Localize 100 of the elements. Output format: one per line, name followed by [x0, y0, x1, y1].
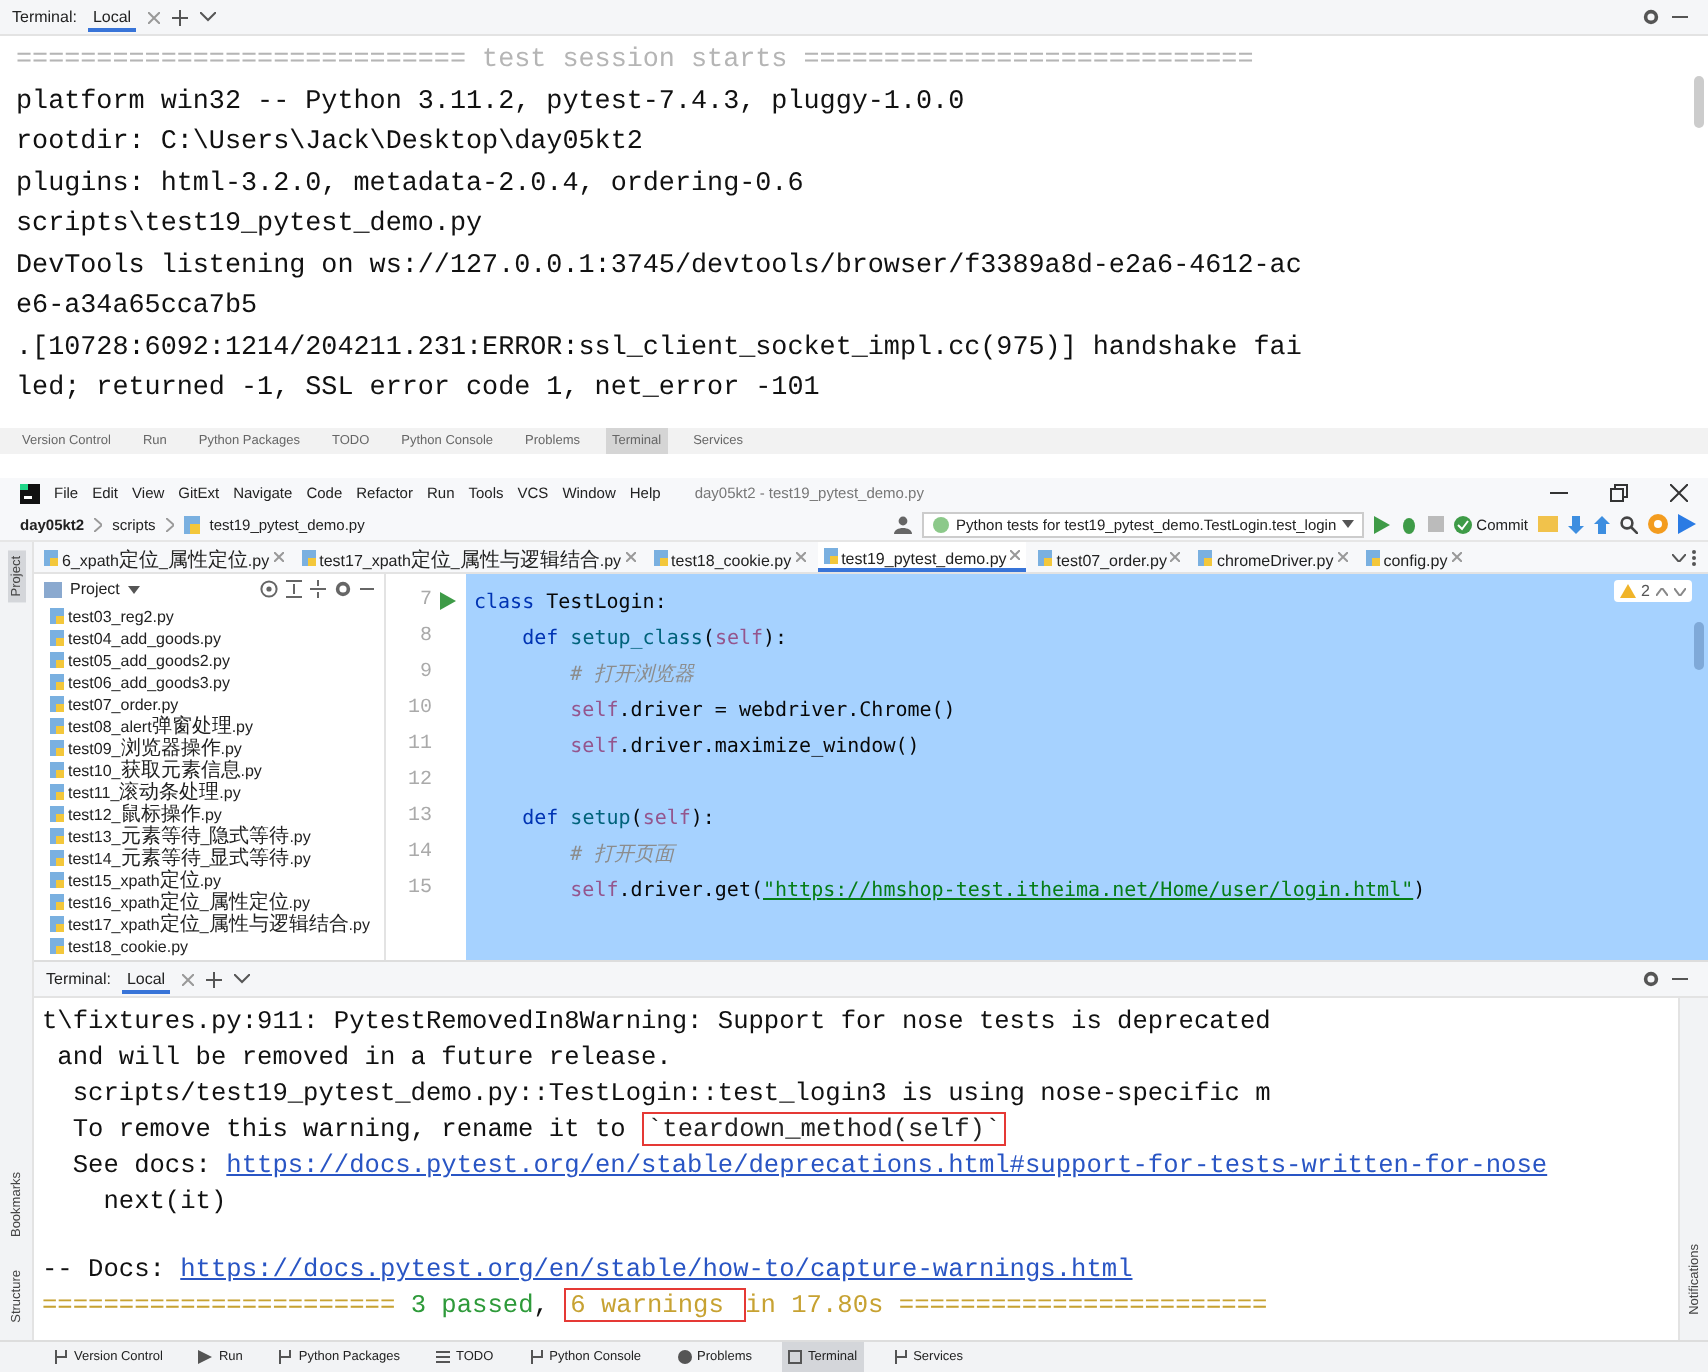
- terminal-line: ============================ test session starts ============================: [16, 44, 1256, 80]
- list-icon: [435, 1350, 450, 1364]
- line-number: 9: [419, 661, 432, 683]
- arrow-up-icon[interactable]: [1594, 515, 1610, 533]
- scrollbar[interactable]: [1694, 76, 1704, 128]
- chevron-right-icon: [94, 517, 103, 531]
- close-icon[interactable]: [1670, 484, 1688, 502]
- editor-tab[interactable]: 6_xpath定位_属性定位.py: [38, 542, 290, 572]
- python-file-icon: [50, 673, 64, 689]
- minimize-icon[interactable]: [1672, 15, 1688, 19]
- warning-count: 6 warnings: [564, 1288, 746, 1322]
- warning-icon: [1619, 584, 1636, 598]
- project-file[interactable]: test15_xpath定位.py: [34, 868, 384, 890]
- branch-icon: [54, 1350, 68, 1364]
- collapse-icon[interactable]: [286, 580, 302, 598]
- terminal-line: To remove this warning, rename it to `teardown_method(self)`: [42, 1112, 1678, 1148]
- user-icon[interactable]: [894, 515, 913, 533]
- settings-icon[interactable]: [334, 580, 352, 598]
- terminal-line: next(it): [101, 1184, 229, 1220]
- project-file[interactable]: test16_xpath定位_属性定位.py: [34, 890, 384, 912]
- stop-icon[interactable]: [1428, 516, 1445, 532]
- project-file[interactable]: test17_xpath定位_属性与逻辑结合.py: [34, 912, 384, 934]
- scrollbar[interactable]: [1694, 622, 1704, 670]
- app-icon: [20, 483, 40, 503]
- python-file-icon: [50, 739, 64, 755]
- python-file-icon: [50, 629, 64, 645]
- editor-tab[interactable]: test19_pytest_demo.py: [817, 542, 1027, 572]
- chevron-down-icon[interactable]: [1674, 587, 1686, 595]
- python-file-icon: [1038, 549, 1053, 565]
- chevron-down-icon[interactable]: [199, 12, 216, 22]
- chevron-down-icon[interactable]: [1672, 553, 1686, 561]
- code-line: self.driver = webdriver.Chrome(): [568, 700, 956, 722]
- terminal-line: plugins: html-3.2.0, metadata-2.0.4, ordering-0.6: [16, 167, 806, 203]
- plus-icon[interactable]: [171, 9, 188, 25]
- terminal-link[interactable]: https://docs.pytest.org/en/stable/deprecations.html#support-for-tests-written-for-nose: [226, 1150, 1548, 1180]
- editor-tab[interactable]: test18_cookie.py: [647, 542, 812, 572]
- project-file[interactable]: test09_浏览器操作.py: [34, 736, 384, 758]
- project-file[interactable]: test13_元素等待_隐式等待.py: [34, 824, 384, 846]
- terminal-line: See docs: https://docs.pytest.org/en/stable/deprecations.html#support-for-tests-written-for-nose: [70, 1148, 1550, 1184]
- python-file-icon: [50, 915, 64, 931]
- python-file-icon: [183, 515, 200, 533]
- run-icon[interactable]: [440, 591, 456, 609]
- project-file[interactable]: test10_获取元素信息.py: [34, 758, 384, 780]
- terminal-line: t\fixtures.py:911: PytestRemovedIn8Warning: Support for nose tests is deprecated: [42, 1004, 1273, 1040]
- panel-title[interactable]: Project: [70, 580, 120, 598]
- run-icon[interactable]: [1374, 515, 1391, 533]
- plus-icon[interactable]: [205, 971, 222, 987]
- circle-icon[interactable]: [1648, 514, 1668, 534]
- editor-tab[interactable]: test17_xpath定位_属性与逻辑结合.py: [295, 542, 642, 572]
- python-file-icon: [50, 761, 64, 777]
- project-file[interactable]: test08_alert弹窗处理.py: [34, 714, 384, 736]
- play-icon[interactable]: [1678, 514, 1696, 534]
- settings-icon[interactable]: [1642, 8, 1660, 26]
- project-file[interactable]: test03_reg2.py: [34, 604, 384, 626]
- expand-icon[interactable]: [310, 580, 326, 598]
- search-icon[interactable]: [1620, 515, 1638, 533]
- code-line: class TestLogin:: [474, 592, 667, 614]
- warning-count: 2: [1641, 582, 1650, 600]
- project-file[interactable]: test06_add_goods3.py: [34, 670, 384, 692]
- line-number: 11: [407, 733, 432, 755]
- terminal-line: scripts\test19_pytest_demo.py: [16, 208, 485, 244]
- chevron-right-icon: [165, 517, 174, 531]
- project-file[interactable]: test12_鼠标操作.py: [34, 802, 384, 824]
- project-file[interactable]: test07_order.py: [34, 692, 384, 714]
- editor-tab[interactable]: chromeDriver.py: [1192, 542, 1354, 572]
- chevron-down-icon[interactable]: [233, 974, 250, 984]
- editor-tab[interactable]: config.py: [1359, 542, 1468, 572]
- editor-tab[interactable]: test07_order.py: [1032, 542, 1187, 572]
- terminal-line: .[10728:6092:1214/204211.231:ERROR:ssl_client_socket_impl.cc(975)] handshake fai: [16, 331, 1304, 367]
- project-file[interactable]: test04_add_goods.py: [34, 626, 384, 648]
- settings-icon[interactable]: [1642, 970, 1660, 988]
- python-file-icon: [50, 651, 64, 667]
- code-area[interactable]: [466, 574, 1708, 960]
- code-line: # 打开页面: [568, 844, 675, 866]
- target-icon[interactable]: [260, 580, 278, 598]
- project-file[interactable]: test14_元素等待_显式等待.py: [34, 846, 384, 868]
- python-file-icon: [50, 607, 64, 623]
- terminal-link[interactable]: https://docs.pytest.org/en/stable/how-to/capture-warnings.html: [180, 1254, 1133, 1284]
- line-number: 8: [419, 625, 432, 647]
- line-number: 10: [407, 697, 432, 719]
- terminal-line: rootdir: C:\Users\Jack\Desktop\day05kt2: [16, 126, 645, 162]
- inspection-widget[interactable]: 2: [1613, 580, 1692, 602]
- python-file-icon: [50, 695, 64, 711]
- minimize-icon[interactable]: [1672, 977, 1688, 981]
- python-file-icon: [653, 549, 668, 565]
- restore-icon[interactable]: [1610, 484, 1628, 502]
- project-file[interactable]: test18_cookie.py: [34, 934, 384, 956]
- chevron-up-icon[interactable]: [1656, 587, 1668, 595]
- python-file-icon: [44, 549, 58, 565]
- code-line: self.driver.get("https://hmshop-test.itheima.net/Home/user/login.html"): [568, 880, 1426, 902]
- project-file[interactable]: test05_add_goods2.py: [34, 648, 384, 670]
- terminal-line: DevTools listening on ws://127.0.0.1:3745/devtools/browser/f3389a8d-e2a6-4612-ac: [16, 249, 1304, 285]
- session-tab[interactable]: Local: [122, 965, 170, 993]
- caret-icon[interactable]: [127, 585, 140, 593]
- project-file[interactable]: test11_滚动条处理.py: [34, 780, 384, 802]
- python-file-icon: [50, 827, 64, 843]
- arrow-down-icon[interactable]: [1568, 515, 1584, 533]
- session-tab[interactable]: Local: [88, 3, 136, 31]
- python-file-icon: [50, 937, 64, 953]
- python-file-icon: [301, 549, 316, 565]
